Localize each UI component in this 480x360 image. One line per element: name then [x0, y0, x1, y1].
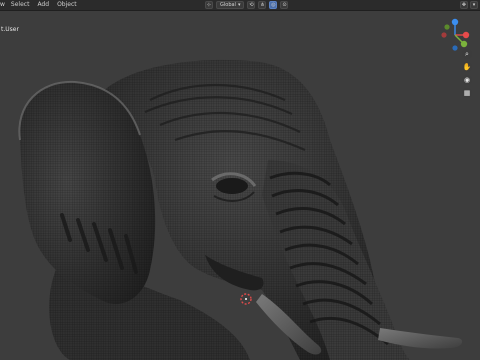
viewport-mode-label: t.User [1, 26, 19, 33]
gizmo-neg-y [444, 24, 450, 30]
overlay-icon[interactable]: ⊙ [280, 1, 289, 9]
gizmo-toggle-icon[interactable]: ✥ [460, 1, 468, 9]
gizmo-z-axis [451, 18, 459, 26]
orientation-dropdown[interactable]: Global ▾ [216, 1, 245, 9]
transform-tools: ⊹ Global ▾ ⟲ ⋔ ◎ ⊙ [205, 1, 289, 9]
hand-pan-icon[interactable]: ✋ [462, 62, 472, 72]
elephant-eye [216, 178, 248, 194]
grid-icon[interactable]: ▦ [462, 88, 472, 98]
proportional-edit-icon[interactable]: ◎ [269, 1, 278, 9]
viewport-3d[interactable] [0, 10, 480, 360]
pivot-icon[interactable]: ⟲ [247, 1, 256, 9]
chevron-down-icon[interactable]: ▾ [470, 1, 478, 9]
header-right-tools: ✥ ▾ [460, 1, 478, 9]
menu-select[interactable]: Select [7, 0, 34, 10]
gizmo-y-axis [460, 40, 468, 48]
menu-view[interactable]: w [0, 0, 7, 10]
camera-icon[interactable]: ◉ [462, 75, 472, 85]
gizmo-x-axis [462, 31, 470, 39]
header-menu: w Select Add Object [0, 0, 81, 10]
gizmo-neg-z [452, 45, 458, 51]
viewport-navigation: ⌕ ✋ ◉ ▦ [462, 49, 472, 98]
gizmo-neg-x [441, 32, 447, 38]
navigation-gizmo[interactable] [438, 18, 472, 52]
chevron-down-icon: ▾ [237, 2, 241, 8]
menu-add[interactable]: Add [33, 0, 53, 10]
snap-icon[interactable]: ⋔ [258, 1, 267, 9]
menu-object[interactable]: Object [53, 0, 81, 10]
3d-cursor [240, 293, 252, 305]
orientation-icon[interactable]: ⊹ [205, 1, 213, 9]
orientation-label: Global [220, 2, 236, 8]
zoom-icon[interactable]: ⌕ [462, 49, 472, 59]
